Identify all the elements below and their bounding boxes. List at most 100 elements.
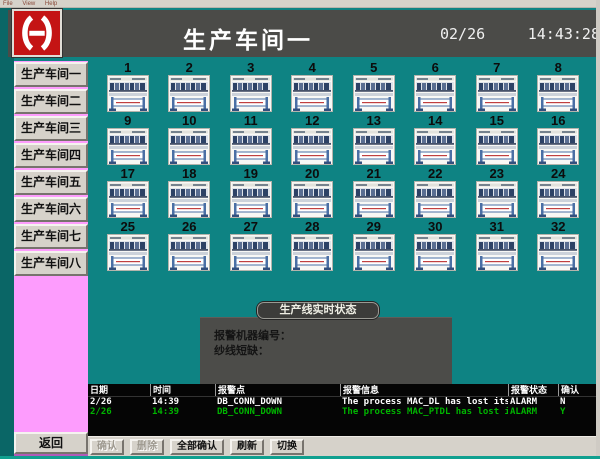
sidebar-item-workshop-6[interactable]: 生产车间六: [14, 197, 88, 222]
col-date: 日期: [88, 384, 150, 396]
machine-cell[interactable]: 6: [405, 61, 467, 114]
machine-number: 28: [305, 220, 319, 234]
alarm-date: 2/26: [88, 407, 150, 417]
machine-number: 19: [244, 167, 258, 181]
alarm-info: The process MAC_DL has lost its d...: [340, 397, 508, 407]
knitting-machine-icon: [414, 128, 456, 165]
alarm-ack: Y: [558, 407, 597, 417]
alarm-action-button[interactable]: 切换: [270, 439, 304, 455]
machine-cell[interactable]: 19: [220, 167, 282, 220]
machine-number: 9: [124, 114, 131, 128]
alarm-action-button[interactable]: 刷新: [230, 439, 264, 455]
menu-item-view[interactable]: View: [22, 1, 35, 7]
machine-cell[interactable]: 9: [97, 114, 159, 167]
machine-cell[interactable]: 2: [159, 61, 221, 114]
yarn-shortage-label: 纱线短缺：: [214, 344, 452, 359]
knitting-machine-icon: [230, 75, 272, 112]
machine-cell[interactable]: 29: [343, 220, 405, 273]
knitting-machine-icon: [107, 128, 149, 165]
knitting-machine-icon: [291, 234, 333, 271]
alarm-status: ALARM: [508, 397, 558, 407]
machine-cell[interactable]: 11: [220, 114, 282, 167]
machine-cell[interactable]: 32: [528, 220, 590, 273]
machine-number: 22: [428, 167, 442, 181]
sidebar-item-workshop-2[interactable]: 生产车间二: [14, 89, 88, 114]
knitting-machine-icon: [414, 75, 456, 112]
knitting-machine-icon: [107, 181, 149, 218]
machine-cell[interactable]: 5: [343, 61, 405, 114]
alarm-row[interactable]: 2/26 14:39 DB_CONN_DOWN The process MAC_…: [88, 407, 597, 417]
sidebar-item-workshop-3[interactable]: 生产车间三: [14, 116, 88, 141]
knitting-machine-icon: [230, 234, 272, 271]
machine-number: 8: [555, 61, 562, 75]
col-alarm-point: 报警点: [215, 384, 340, 396]
machine-cell[interactable]: 13: [343, 114, 405, 167]
machine-cell[interactable]: 26: [159, 220, 221, 273]
machine-cell[interactable]: 20: [282, 167, 344, 220]
machine-cell[interactable]: 3: [220, 61, 282, 114]
machine-cell[interactable]: 12: [282, 114, 344, 167]
alarm-rows: 2/26 14:39 DB_CONN_DOWN The process MAC_…: [88, 397, 597, 417]
machine-number: 27: [244, 220, 258, 234]
alarm-action-button[interactable]: 确认: [90, 439, 124, 455]
machine-number: 32: [551, 220, 565, 234]
alarm-info: The process MAC_PTDL has lost its ...: [340, 407, 508, 417]
machine-cell[interactable]: 1: [97, 61, 159, 114]
machine-cell[interactable]: 23: [466, 167, 528, 220]
machine-number: 11: [244, 114, 258, 128]
status-panel-title: 生产线实时状态: [257, 302, 379, 319]
machine-number: 15: [490, 114, 504, 128]
sidebar-item-workshop-5[interactable]: 生产车间五: [14, 170, 88, 195]
menu-item-help[interactable]: Help: [45, 1, 57, 7]
machine-cell[interactable]: 10: [159, 114, 221, 167]
machine-cell[interactable]: 25: [97, 220, 159, 273]
sidebar-item-workshop-7[interactable]: 生产车间七: [14, 224, 88, 249]
machine-cell[interactable]: 27: [220, 220, 282, 273]
knitting-machine-icon: [353, 75, 395, 112]
knitting-machine-icon: [476, 128, 518, 165]
machine-number: 7: [493, 61, 500, 75]
machine-number: 23: [490, 167, 504, 181]
alarm-table: 日期 时间 报警点 报警信息 报警状态 确认 2/26 14:39 DB_CON…: [88, 384, 597, 436]
sidebar-item-workshop-8[interactable]: 生产车间八: [14, 251, 88, 276]
knitting-machine-icon: [230, 128, 272, 165]
alarm-row[interactable]: 2/26 14:39 DB_CONN_DOWN The process MAC_…: [88, 397, 597, 407]
machine-cell[interactable]: 31: [466, 220, 528, 273]
machine-number: 14: [428, 114, 442, 128]
knitting-machine-icon: [291, 75, 333, 112]
alarm-action-button[interactable]: 删除: [130, 439, 164, 455]
window-right-border: [596, 0, 600, 459]
machine-cell[interactable]: 7: [466, 61, 528, 114]
machine-number: 25: [121, 220, 135, 234]
alarm-time: 14:39: [150, 407, 215, 417]
machine-number: 20: [305, 167, 319, 181]
machine-cell[interactable]: 30: [405, 220, 467, 273]
machine-cell[interactable]: 28: [282, 220, 344, 273]
machine-number: 26: [182, 220, 196, 234]
machine-number: 24: [551, 167, 565, 181]
sidebar-item-workshop-4[interactable]: 生产车间四: [14, 143, 88, 168]
alarm-action-button[interactable]: 全部确认: [170, 439, 224, 455]
machine-cell[interactable]: 15: [466, 114, 528, 167]
status-panel: 报警机器编号： 纱线短缺：: [200, 317, 452, 384]
machine-cell[interactable]: 21: [343, 167, 405, 220]
knitting-machine-icon: [168, 181, 210, 218]
menu-item-file[interactable]: File: [3, 1, 13, 7]
knitting-machine-icon: [107, 234, 149, 271]
machine-cell[interactable]: 18: [159, 167, 221, 220]
alarm-point: DB_CONN_DOWN: [215, 407, 340, 417]
machine-cell[interactable]: 4: [282, 61, 344, 114]
machine-cell[interactable]: 14: [405, 114, 467, 167]
knitting-machine-icon: [168, 234, 210, 271]
machine-cell[interactable]: 22: [405, 167, 467, 220]
alarm-date: 2/26: [88, 397, 150, 407]
machine-cell[interactable]: 24: [528, 167, 590, 220]
menu-bar: File View Help: [0, 0, 600, 8]
machine-cell[interactable]: 8: [528, 61, 590, 114]
sidebar-item-workshop-1[interactable]: 生产车间一: [14, 62, 88, 87]
machine-number: 16: [551, 114, 565, 128]
back-button[interactable]: 返回: [14, 432, 88, 454]
machine-cell[interactable]: 17: [97, 167, 159, 220]
col-time: 时间: [150, 384, 215, 396]
machine-cell[interactable]: 16: [528, 114, 590, 167]
